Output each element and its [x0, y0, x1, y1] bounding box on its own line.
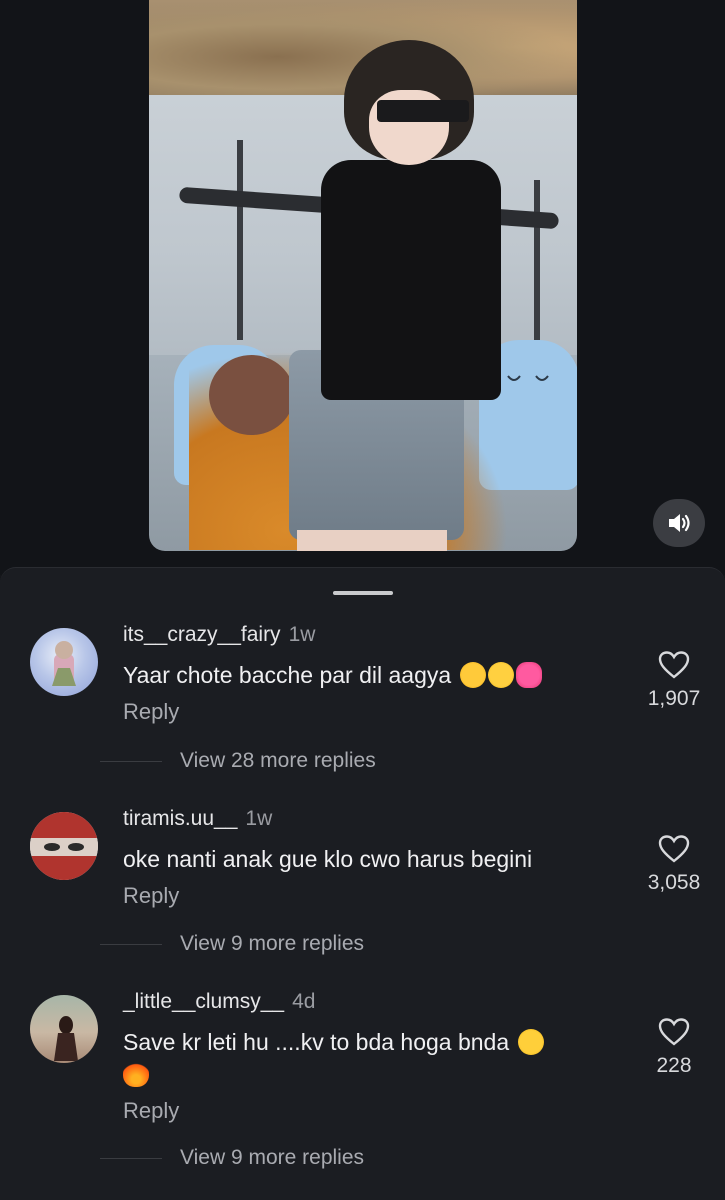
heart-icon [658, 1018, 690, 1046]
crying-face-icon [487, 662, 514, 688]
video-man-head [209, 355, 294, 435]
comment-time: 4d [292, 990, 316, 1013]
comment-time: 1w [245, 807, 273, 830]
speaker-icon [669, 514, 690, 532]
like-count: 1,907 [647, 687, 701, 710]
video-player[interactable] [149, 0, 577, 551]
video-pole [534, 180, 540, 340]
divider-line [100, 943, 162, 945]
divider-line [100, 1157, 162, 1159]
video-kid-sunglasses [377, 100, 469, 122]
comments-sheet: its__crazy__fairy 1w Yaar chote bacche pa… [0, 567, 725, 1200]
comment-username[interactable]: tiramis.uu__ 1w [123, 807, 272, 831]
like-button[interactable]: 3,058 [640, 835, 708, 895]
comment-time: 1w [288, 623, 316, 646]
avatar-image [54, 1016, 78, 1061]
comment-text: Save kr leti hu ....kv to bda hoga bnda [123, 1026, 623, 1090]
comment-username[interactable]: its__crazy__fairy 1w [123, 623, 315, 647]
avatar[interactable] [30, 628, 98, 696]
video-kid-shirt [321, 160, 501, 400]
face-with-tears-of-joy-icon [517, 1029, 544, 1055]
reply-button[interactable]: Reply [123, 1098, 179, 1124]
chair-face-drawing [507, 375, 549, 381]
heart-icon [658, 835, 690, 863]
reply-button[interactable]: Reply [123, 883, 179, 909]
comment-username[interactable]: _little__clumsy__ 4d [123, 990, 315, 1014]
avatar[interactable] [30, 995, 98, 1063]
view-more-replies-button[interactable]: View 9 more replies [100, 1146, 364, 1170]
like-count: 228 [656, 1054, 692, 1077]
avatar[interactable] [30, 812, 98, 880]
sound-toggle-button[interactable] [653, 499, 705, 547]
like-button[interactable]: 228 [640, 1018, 708, 1078]
video-kid-legs [297, 530, 447, 551]
like-button[interactable]: 1,907 [640, 651, 708, 711]
view-more-replies-button[interactable]: View 9 more replies [100, 932, 364, 956]
fire-icon [123, 1061, 149, 1087]
comment-text: Yaar chote bacche par dil aagya [123, 659, 623, 691]
comment-text: oke nanti anak gue klo cwo harus begini [123, 846, 533, 872]
avatar-image [30, 812, 98, 880]
heart-with-ribbon-icon [515, 662, 542, 688]
avatar-image [52, 641, 76, 686]
view-more-replies-button[interactable]: View 28 more replies [100, 749, 376, 773]
reply-button[interactable]: Reply [123, 699, 179, 725]
heart-icon [658, 651, 690, 679]
smiling-face-with-hearts-icon [459, 662, 486, 688]
divider-line [100, 760, 162, 762]
like-count: 3,058 [647, 871, 701, 894]
video-area [0, 0, 725, 575]
video-pole [237, 140, 243, 340]
sheet-drag-handle[interactable] [333, 591, 393, 595]
